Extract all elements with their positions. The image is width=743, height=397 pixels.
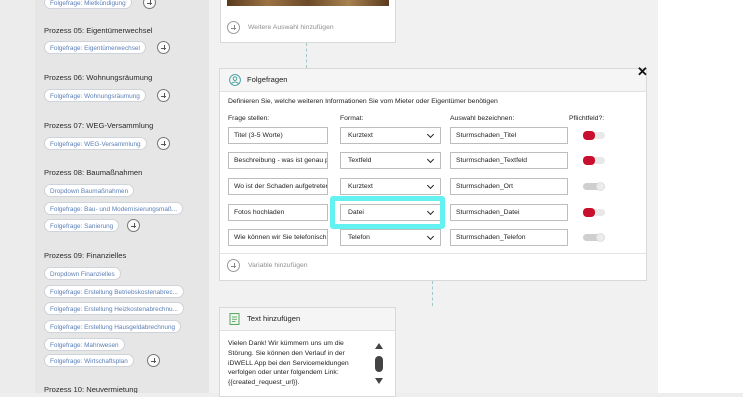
variable-name-input[interactable]: Sturmschaden_Textfeld [450, 152, 568, 169]
process-title: Prozess 08: Baumaßnahmen [44, 168, 143, 177]
format-value: Kurztext [348, 132, 373, 139]
question-input[interactable]: Wo ist der Schaden aufgetreten? [228, 178, 328, 195]
chip-folgefrage[interactable]: Folgefrage: Wirtschaftsplan [44, 354, 134, 367]
format-select[interactable]: Kurztext [340, 127, 441, 144]
chip-folgefrage[interactable]: Folgefrage: Wohnungsräumung [44, 89, 146, 102]
plus-icon[interactable] [227, 21, 240, 34]
add-plus-icon[interactable] [157, 137, 170, 150]
chip-folgefrage[interactable]: Folgefrage: Erstellung Betriebskostenabr… [44, 285, 184, 298]
right-panel [658, 0, 743, 393]
variable-name-input[interactable]: Sturmschaden_Titel [450, 127, 568, 144]
user-icon [229, 74, 241, 86]
format-select[interactable]: Telefon [340, 229, 441, 246]
add-plus-icon[interactable] [157, 89, 170, 102]
toggle-knob [596, 233, 605, 242]
scroll-down-icon[interactable] [375, 378, 383, 384]
add-plus-icon[interactable] [157, 41, 170, 54]
toggle-knob [583, 131, 595, 140]
process-title: Prozess 09: Finanzielles [44, 251, 127, 260]
chevron-down-icon [426, 181, 435, 190]
document-icon [229, 313, 240, 325]
required-toggle[interactable] [583, 233, 605, 242]
process-title: Prozess 05: Eigentümerwechsel [44, 26, 153, 35]
chip-folgefrage-mietkuendigung[interactable]: Folgefrage: Mietkündigung [44, 0, 132, 9]
toggle-knob [596, 182, 605, 191]
process-sidebar: Folgefrage: Mietkündigung Prozess 05: Ei… [0, 0, 209, 393]
format-select[interactable]: Kurztext [340, 178, 441, 195]
selection-card: Weitere Auswahl hinzufügen [220, 0, 396, 43]
variable-name-input[interactable]: Sturmschaden_Datei [450, 204, 568, 221]
required-toggle[interactable] [583, 131, 605, 140]
card-title: Folgefragen [247, 75, 288, 84]
chip-folgefrage[interactable]: Folgefrage: Bau- und Modernisierungsmaß.… [44, 202, 184, 215]
process-title: Prozess 06: Wohnungsräumung [44, 73, 153, 82]
chip-folgefrage[interactable]: Folgefrage: Erstellung Heizkostenabrechn… [44, 302, 184, 315]
question-input[interactable]: Beschreibung - was ist genau passiert? [228, 152, 328, 169]
header-name: Auswahl bezeichnen: [450, 115, 515, 122]
chip-dropdown[interactable]: Dropdown Finanzielles [44, 267, 121, 280]
connector-line [432, 281, 433, 306]
required-toggle[interactable] [583, 182, 605, 191]
question-input[interactable]: Fotos hochladen [228, 204, 328, 221]
chevron-down-icon [426, 155, 435, 164]
chip-folgefrage[interactable]: Folgefrage: WEG-Versammlung [44, 137, 147, 150]
connector-line [306, 43, 307, 68]
format-value: Textfeld [348, 157, 372, 164]
chevron-down-icon [426, 232, 435, 241]
plus-icon[interactable] [227, 259, 240, 272]
chevron-down-icon [426, 130, 435, 139]
chip-folgefrage[interactable]: Folgefrage: Erstellung Hausgeldabrechnun… [44, 320, 182, 333]
process-title: Prozess 10: Neuvermietung [44, 385, 138, 393]
chip-folgefrage[interactable]: Folgefrage: Eigentümerwechsel [44, 41, 146, 54]
header-required: Pflichtfeld?: [569, 115, 605, 122]
message-text[interactable]: Vielen Dank! Wir kümmern uns um die Stör… [228, 339, 370, 388]
add-plus-icon[interactable] [127, 219, 140, 232]
question-input[interactable]: Wie können wir Sie telefonisch erreichen… [228, 229, 328, 246]
chip-folgefrage[interactable]: Folgefrage: Mahnwesen [44, 338, 125, 351]
variable-name-input[interactable]: Sturmschaden_Telefon [450, 229, 568, 246]
required-toggle[interactable] [583, 156, 605, 165]
divider [220, 253, 646, 254]
process-title: Prozess 07: WEG-Versammlung [44, 121, 154, 130]
add-selection-label[interactable]: Weitere Auswahl hinzufügen [248, 24, 334, 31]
format-value: Kurztext [348, 183, 373, 190]
followup-description: Definieren Sie, welche weiteren Informat… [228, 98, 498, 105]
required-toggle[interactable] [583, 208, 605, 217]
format-select[interactable]: Textfeld [340, 152, 441, 169]
header-question: Frage stellen: [228, 115, 270, 122]
add-plus-icon[interactable] [147, 354, 160, 367]
toggle-knob [583, 208, 595, 217]
card-header: Folgefragen [220, 69, 646, 92]
scroll-up-icon[interactable] [375, 343, 383, 349]
format-value: Telefon [348, 234, 370, 241]
variable-name-input[interactable]: Sturmschaden_Ort [450, 178, 568, 195]
question-input[interactable]: Titel (3-5 Worte) [228, 127, 328, 144]
close-icon[interactable]: ✕ [636, 65, 649, 79]
add-plus-icon[interactable] [143, 0, 156, 9]
header-format: Format: [340, 115, 364, 122]
toggle-knob [583, 156, 595, 165]
scrollbar-thumb[interactable] [375, 356, 383, 372]
chip-dropdown[interactable]: Dropdown Baumaßnahmen [44, 184, 135, 197]
add-variable-label[interactable]: Variable hinzufügen [248, 262, 308, 269]
image-strip [227, 0, 389, 6]
chip-folgefrage[interactable]: Folgefrage: Sanierung [44, 219, 120, 232]
card-title: Text hinzufügen [247, 314, 301, 323]
card-header: Text hinzufügen [220, 308, 395, 331]
focus-highlight [330, 196, 445, 229]
